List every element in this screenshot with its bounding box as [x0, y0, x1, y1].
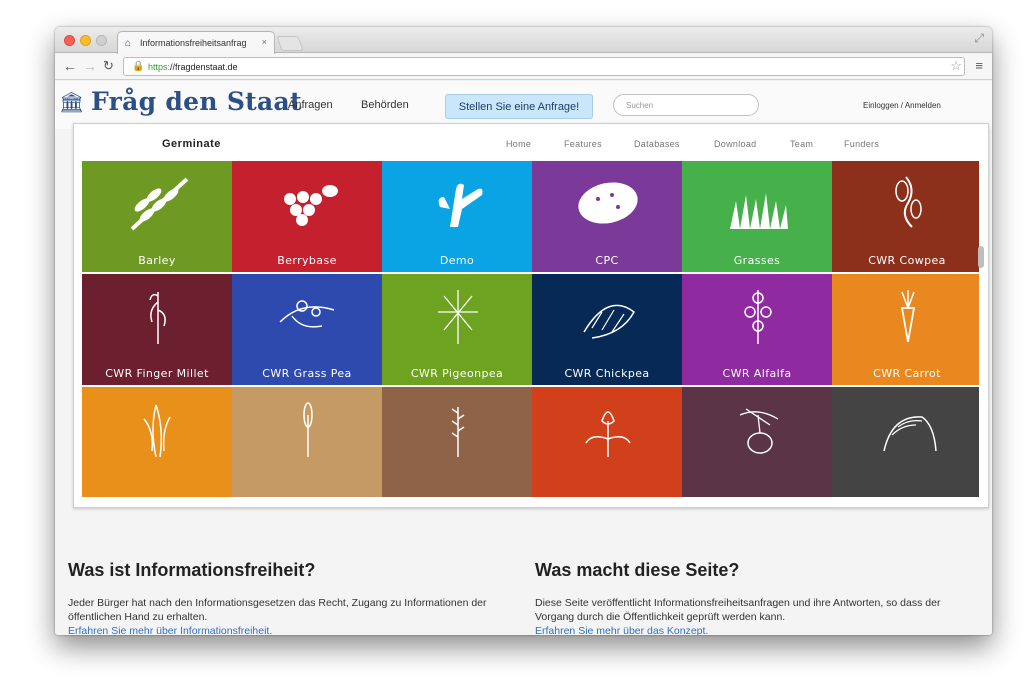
web-page: 🏛 Fråg den Staat Anfragen Behörden Stell… — [55, 81, 992, 635]
site-logo[interactable]: Fråg den Staat — [91, 87, 302, 116]
tile-label: CWR Finger Millet — [105, 367, 209, 380]
info-text-right: Diese Seite veröffentlicht Informationsf… — [535, 597, 941, 623]
pigeonpea-icon — [438, 290, 478, 344]
lock-icon: 🔒 — [132, 61, 145, 72]
make-request-button[interactable]: Stellen Sie eine Anfrage! — [445, 94, 593, 119]
zoom-window-button[interactable] — [96, 35, 107, 46]
database-tile[interactable] — [382, 387, 532, 497]
alfalfa-icon — [744, 290, 772, 344]
close-window-button[interactable] — [64, 35, 75, 46]
menu-icon[interactable]: ≡ — [975, 58, 983, 73]
info-text-left: Jeder Bürger hat nach den Informationsge… — [68, 597, 487, 623]
grasspea-icon — [279, 300, 335, 328]
potato-icon — [578, 182, 638, 224]
url-scheme: https: — [148, 62, 171, 72]
app-navbar: Germinate Home Features Databases Downlo… — [74, 124, 988, 161]
database-tile[interactable] — [232, 387, 382, 497]
back-icon[interactable]: ← — [63, 58, 77, 74]
tile-label: CWR Grass Pea — [262, 367, 352, 380]
database-tile[interactable] — [532, 387, 682, 497]
grain-icon — [130, 177, 189, 231]
embedded-app: Germinate Home Features Databases Downlo… — [73, 123, 989, 508]
login-link[interactable]: Einloggen / Anmelden — [863, 101, 941, 110]
building-icon: ⌂ — [125, 38, 132, 49]
browser-tab[interactable]: ⌂ Informationsfreiheitsanfrag × — [117, 31, 275, 54]
database-tile[interactable]: CWR Chickpea — [532, 274, 682, 385]
info-link-left[interactable]: Erfahren Sie mehr über Informationsfreih… — [68, 625, 272, 635]
database-grid: Barley Berrybase Demo CPC Grasses CWR Cowpea C… — [82, 161, 979, 497]
tile-label: CPC — [595, 254, 619, 267]
database-tile[interactable]: CPC — [532, 161, 682, 272]
minimize-window-button[interactable] — [80, 35, 91, 46]
title-bar: ⌂ Informationsfreiheitsanfrag × ⤢ — [55, 27, 992, 54]
info-heading-right: Was macht diese Seite? — [535, 560, 740, 580]
cactus-icon — [438, 183, 483, 227]
database-tile[interactable]: Grasses — [682, 161, 832, 272]
database-tile[interactable]: CWR Alfalfa — [682, 274, 832, 385]
info-heading-left: Was ist Informationsfreiheit? — [68, 560, 316, 580]
rice-icon — [883, 416, 937, 452]
app-nav-funders[interactable]: Funders — [844, 139, 879, 149]
tab-title: Informationsfreiheitsanfrag — [140, 38, 247, 48]
tile-label: Berrybase — [277, 254, 337, 267]
database-tile[interactable]: CWR Finger Millet — [82, 274, 232, 385]
app-nav-download[interactable]: Download — [714, 139, 756, 149]
tab-close-icon[interactable]: × — [262, 37, 267, 47]
info-link-right[interactable]: Erfahren Sie mehr über das Konzept. — [535, 625, 708, 635]
tile-label: CWR Alfalfa — [722, 367, 792, 380]
database-tile[interactable]: CWR Cowpea — [832, 161, 979, 272]
millet-icon — [149, 292, 166, 344]
search-input[interactable]: Suchen — [613, 94, 759, 116]
browser-window: ⌂ Informationsfreiheitsanfrag × ⤢ ← → ↻ … — [55, 27, 992, 635]
reload-icon[interactable]: ↻ — [103, 58, 114, 74]
database-tile[interactable]: CWR Pigeonpea — [382, 274, 532, 385]
database-tile[interactable]: Berrybase — [232, 161, 382, 272]
database-tile[interactable] — [82, 387, 232, 497]
address-bar[interactable]: 🔒 https://fragdenstaat.de — [123, 57, 965, 76]
maize-icon — [143, 404, 171, 458]
tile-label: CWR Carrot — [873, 367, 941, 380]
grass-icon — [730, 193, 788, 229]
cowpea-icon — [895, 176, 922, 228]
oat-icon — [451, 407, 465, 457]
app-nav-features[interactable]: Features — [564, 139, 602, 149]
tile-label: CWR Pigeonpea — [410, 367, 504, 380]
site-header: 🏛 Fråg den Staat Anfragen Behörden Stell… — [55, 81, 992, 129]
browser-toolbar: ← → ↻ 🔒 https://fragdenstaat.de ☆ ≡ — [55, 54, 992, 80]
building-icon: 🏛 — [59, 92, 85, 114]
carrot-icon — [900, 290, 916, 343]
star-icon[interactable]: ☆ — [950, 58, 962, 74]
tile-label: Demo — [439, 254, 475, 267]
new-tab-button[interactable] — [276, 36, 304, 51]
scrollbar[interactable] — [977, 130, 985, 500]
tile-label: CWR Chickpea — [564, 367, 650, 380]
flower-icon — [585, 411, 631, 457]
chickpea-icon — [583, 304, 635, 339]
database-tile[interactable] — [832, 387, 979, 497]
nav-behoerden[interactable]: Behörden — [361, 99, 409, 111]
tile-label: Barley — [138, 254, 176, 267]
scrollbar-thumb[interactable] — [978, 246, 984, 268]
app-nav-home[interactable]: Home — [506, 139, 531, 149]
database-tile[interactable]: Barley — [82, 161, 232, 272]
tile-label: Grasses — [733, 254, 781, 267]
database-tile[interactable] — [682, 387, 832, 497]
eggplant-icon — [739, 408, 779, 454]
nav-anfragen[interactable]: Anfragen — [288, 99, 333, 111]
berries-icon — [284, 185, 338, 226]
database-tile[interactable]: CWR Grass Pea — [232, 274, 382, 385]
wheat-icon — [303, 402, 313, 457]
tile-label: CWR Cowpea — [868, 254, 946, 267]
app-nav-databases[interactable]: Databases — [634, 139, 680, 149]
app-brand[interactable]: Germinate — [162, 138, 221, 150]
app-nav-team[interactable]: Team — [790, 139, 813, 149]
fullscreen-icon[interactable]: ⤢ — [974, 31, 984, 46]
database-tile[interactable]: CWR Carrot — [832, 274, 979, 385]
url-rest: //fragdenstaat.de — [170, 62, 238, 72]
database-tile[interactable]: Demo — [382, 161, 532, 272]
forward-icon[interactable]: → — [83, 58, 97, 74]
